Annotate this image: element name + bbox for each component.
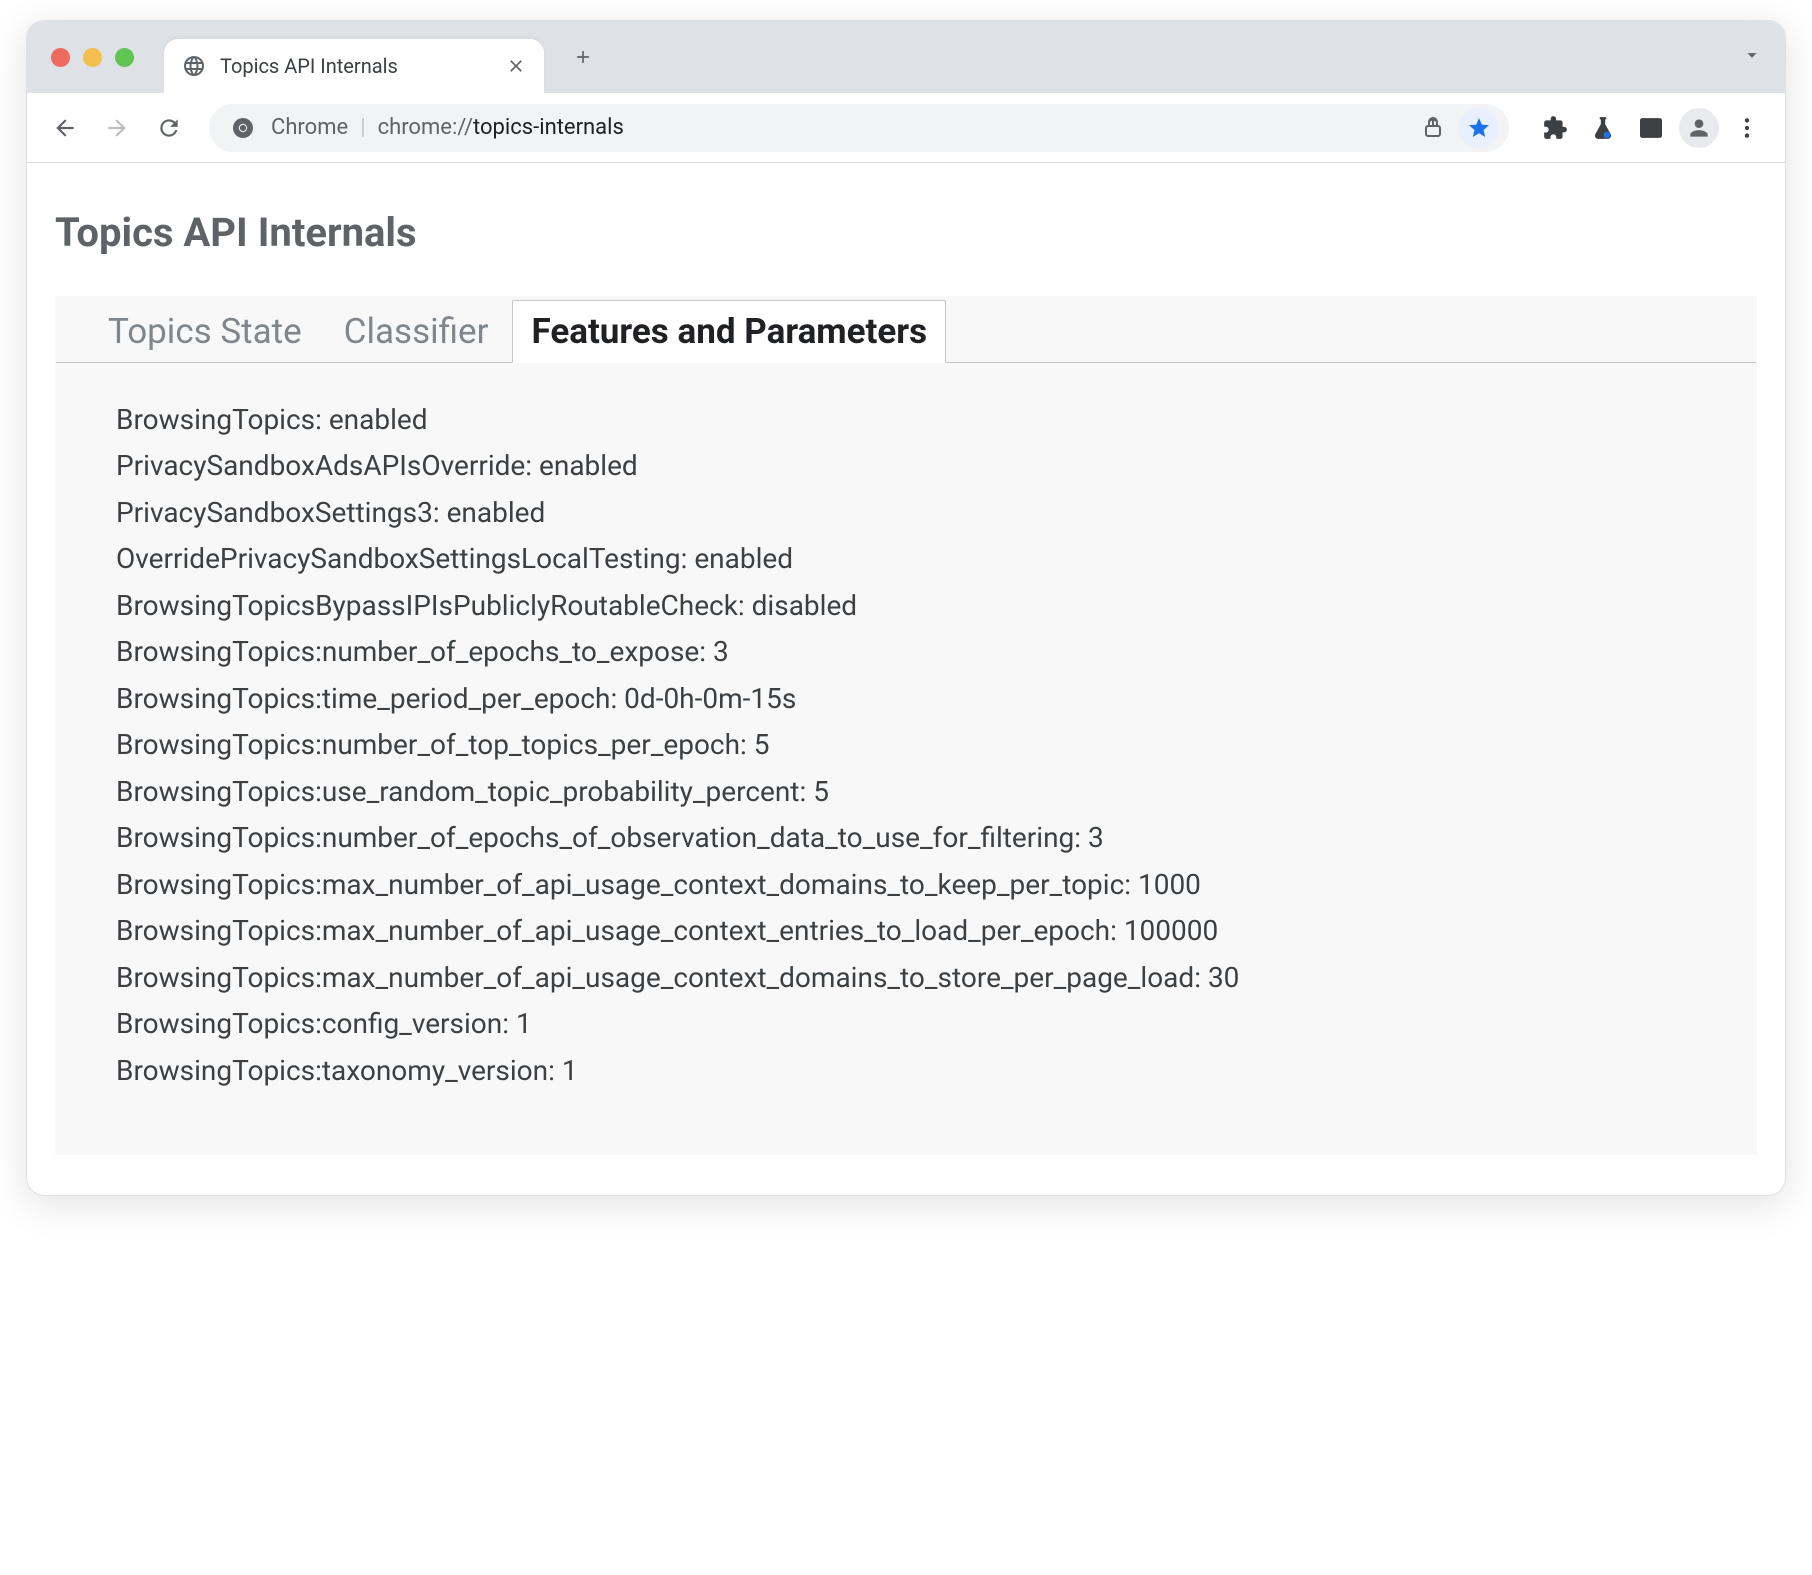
- tab-topics-state[interactable]: Topics State: [90, 301, 320, 362]
- feature-row: BrowsingTopics:use_random_topic_probabil…: [116, 769, 1736, 815]
- feature-name: BrowsingTopicsBypassIPIsPubliclyRoutable…: [116, 589, 738, 622]
- tab-classifier[interactable]: Classifier: [326, 301, 507, 362]
- window-close-button[interactable]: [51, 48, 70, 67]
- url-origin-label: Chrome: [271, 115, 348, 140]
- feature-value: enabled: [329, 403, 428, 436]
- feature-row: BrowsingTopics:number_of_epochs_of_obser…: [116, 815, 1736, 861]
- feature-row: BrowsingTopics:number_of_top_topics_per_…: [116, 722, 1736, 768]
- feature-name: BrowsingTopics:use_random_topic_probabil…: [116, 775, 799, 808]
- omnibox-actions: [1413, 108, 1499, 148]
- menu-button[interactable]: [1725, 106, 1769, 150]
- browser-tab[interactable]: Topics API Internals: [164, 39, 544, 93]
- side-panel-button[interactable]: [1629, 106, 1673, 150]
- page-content: Topics API Internals Topics State Classi…: [27, 163, 1785, 1195]
- feature-name: PrivacySandboxAdsAPIsOverride: [116, 449, 525, 482]
- feature-name: BrowsingTopics:max_number_of_api_usage_c…: [116, 868, 1124, 901]
- globe-icon: [182, 54, 206, 78]
- extensions-button[interactable]: [1533, 106, 1577, 150]
- feature-row: BrowsingTopics:max_number_of_api_usage_c…: [116, 862, 1736, 908]
- feature-value: disabled: [752, 589, 857, 622]
- feature-row: BrowsingTopics:max_number_of_api_usage_c…: [116, 908, 1736, 954]
- omnibox[interactable]: Chrome | chrome://topics-internals: [209, 104, 1509, 152]
- feature-name: BrowsingTopics:number_of_epochs_to_expos…: [116, 635, 699, 668]
- feature-row: BrowsingTopics:number_of_epochs_to_expos…: [116, 629, 1736, 675]
- url-path: topics-internals: [473, 115, 624, 140]
- feature-value: 1000: [1138, 868, 1201, 901]
- feature-name: OverridePrivacySandboxSettingsLocalTesti…: [116, 542, 681, 575]
- share-icon: [1421, 116, 1445, 140]
- feature-name: PrivacySandboxSettings3: [116, 496, 433, 529]
- feature-row: OverridePrivacySandboxSettingsLocalTesti…: [116, 536, 1736, 582]
- toolbar-icons: [1533, 106, 1769, 150]
- feature-value: 1: [562, 1054, 578, 1087]
- feature-value: 3: [713, 635, 729, 668]
- close-icon[interactable]: [506, 56, 526, 76]
- feature-value: 0d-0h-0m-15s: [624, 682, 796, 715]
- feature-row: PrivacySandboxSettings3: enabled: [116, 490, 1736, 536]
- feature-value: enabled: [447, 496, 546, 529]
- puzzle-icon: [1542, 115, 1568, 141]
- labs-button[interactable]: [1581, 106, 1625, 150]
- feature-row: PrivacySandboxAdsAPIsOverride: enabled: [116, 443, 1736, 489]
- plus-icon: [573, 47, 593, 67]
- arrow-left-icon: [52, 115, 78, 141]
- avatar: [1679, 108, 1719, 148]
- feature-name: BrowsingTopics:config_version: [116, 1007, 502, 1040]
- feature-name: BrowsingTopics:max_number_of_api_usage_c…: [116, 914, 1110, 947]
- feature-value: 100000: [1124, 914, 1218, 947]
- feature-value: enabled: [539, 449, 638, 482]
- tab-features-parameters[interactable]: Features and Parameters: [512, 300, 946, 363]
- feature-value: 5: [754, 728, 770, 761]
- window-controls: [51, 48, 134, 67]
- feature-row: BrowsingTopics: enabled: [116, 397, 1736, 443]
- feature-name: BrowsingTopics:number_of_top_topics_per_…: [116, 728, 740, 761]
- new-tab-button[interactable]: [562, 36, 604, 78]
- window-maximize-button[interactable]: [115, 48, 134, 67]
- window-minimize-button[interactable]: [83, 48, 102, 67]
- feature-row: BrowsingTopicsBypassIPIsPubliclyRoutable…: [116, 583, 1736, 629]
- feature-row: BrowsingTopics:time_period_per_epoch: 0d…: [116, 676, 1736, 722]
- person-icon: [1686, 115, 1712, 141]
- tab-title: Topics API Internals: [220, 54, 492, 78]
- star-icon: [1467, 116, 1491, 140]
- tab-strip: Topics API Internals: [27, 21, 1785, 93]
- panel: Topics State Classifier Features and Par…: [55, 296, 1757, 1155]
- kebab-icon: [1734, 115, 1760, 141]
- feature-row: BrowsingTopics:max_number_of_api_usage_c…: [116, 955, 1736, 1001]
- feature-name: BrowsingTopics:number_of_epochs_of_obser…: [116, 821, 1074, 854]
- chrome-icon: [231, 116, 255, 140]
- panel-tabs: Topics State Classifier Features and Par…: [56, 297, 1756, 363]
- feature-name: BrowsingTopics:taxonomy_version: [116, 1054, 548, 1087]
- share-button[interactable]: [1413, 108, 1453, 148]
- flask-icon: [1590, 115, 1616, 141]
- feature-value: 30: [1208, 961, 1239, 994]
- feature-value: 1: [516, 1007, 532, 1040]
- back-button[interactable]: [43, 106, 87, 150]
- url-separator: |: [360, 115, 365, 140]
- profile-button[interactable]: [1677, 106, 1721, 150]
- browser-window: Topics API Internals Chrome | chrome://t…: [26, 20, 1786, 1196]
- feature-name: BrowsingTopics: [116, 403, 315, 436]
- reload-icon: [156, 115, 182, 141]
- feature-name: BrowsingTopics:time_period_per_epoch: [116, 682, 610, 715]
- reload-button[interactable]: [147, 106, 191, 150]
- feature-row: BrowsingTopics:taxonomy_version: 1: [116, 1048, 1736, 1094]
- page-title: Topics API Internals: [55, 209, 1757, 256]
- forward-button[interactable]: [95, 106, 139, 150]
- feature-row: BrowsingTopics:config_version: 1: [116, 1001, 1736, 1047]
- feature-name: BrowsingTopics:max_number_of_api_usage_c…: [116, 961, 1194, 994]
- url-scheme: chrome://: [378, 115, 473, 140]
- chevron-down-icon: [1741, 44, 1763, 66]
- feature-value: 3: [1088, 821, 1104, 854]
- feature-value: 5: [813, 775, 829, 808]
- feature-value: enabled: [694, 542, 793, 575]
- feature-list: BrowsingTopics: enabledPrivacySandboxAds…: [56, 363, 1756, 1094]
- arrow-right-icon: [104, 115, 130, 141]
- bookmark-button[interactable]: [1459, 108, 1499, 148]
- toolbar: Chrome | chrome://topics-internals: [27, 93, 1785, 163]
- panel-icon: [1638, 115, 1664, 141]
- tab-search-button[interactable]: [1731, 34, 1773, 80]
